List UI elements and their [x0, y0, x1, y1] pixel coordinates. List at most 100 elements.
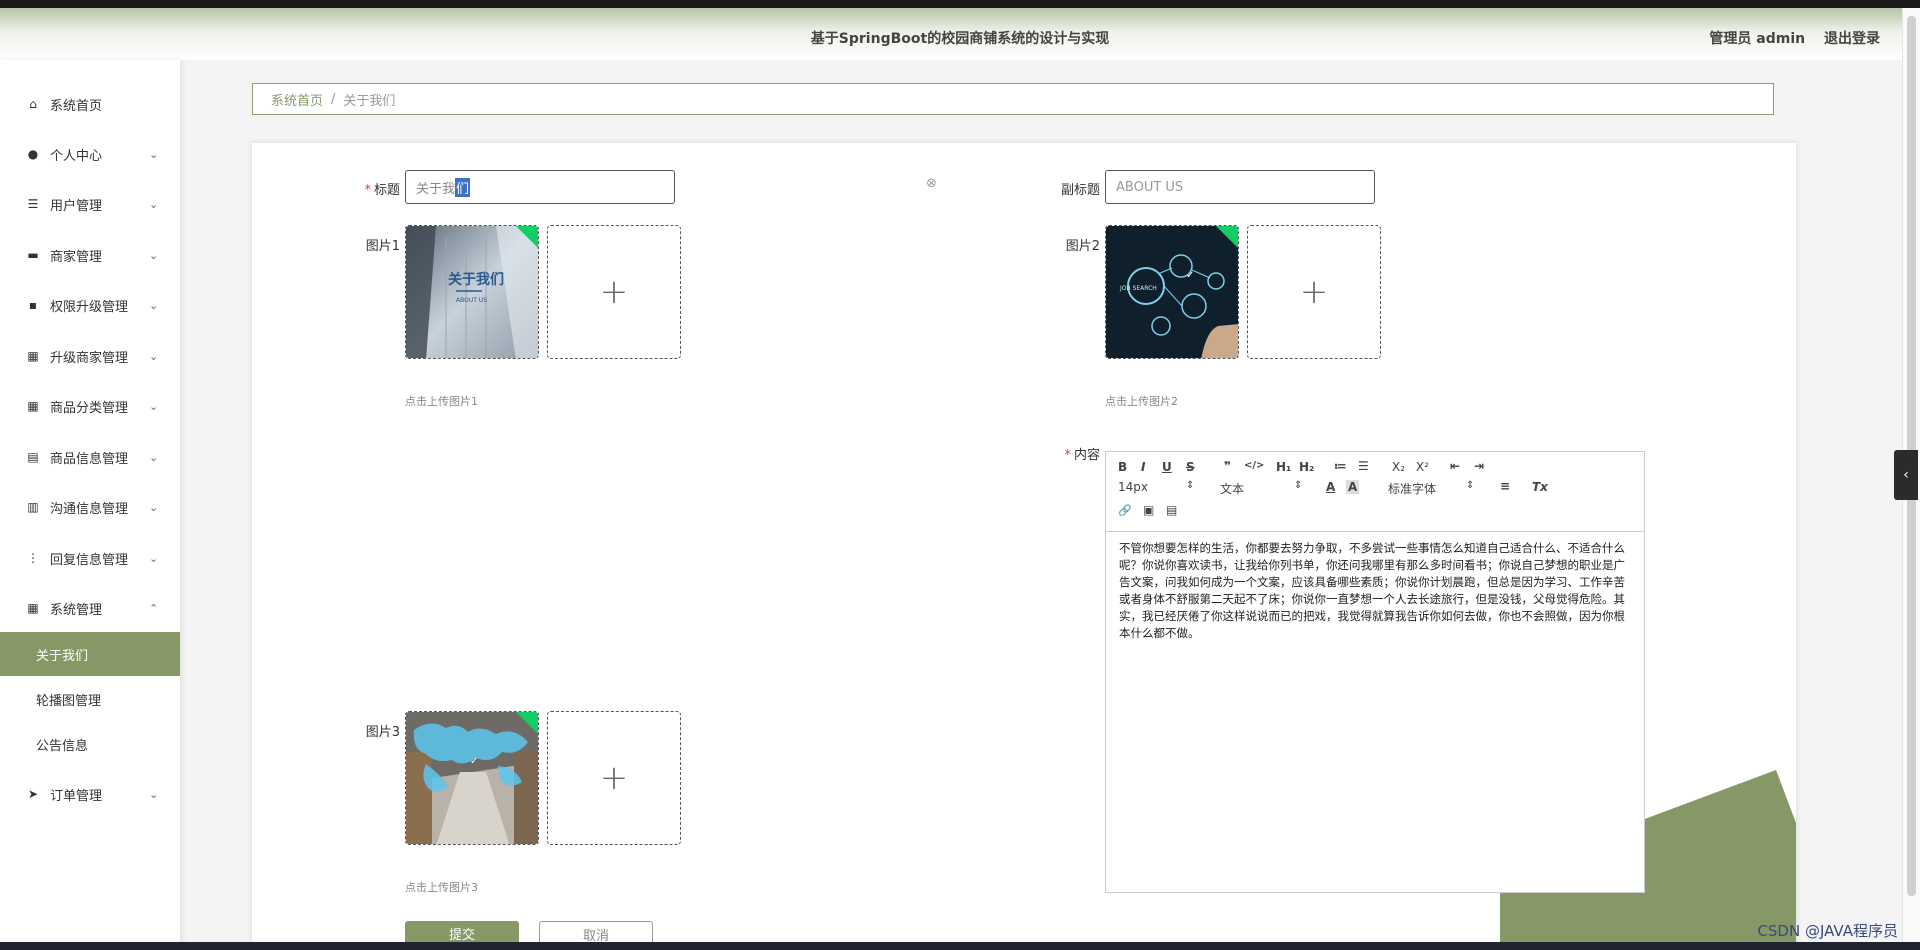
sidebar-item-label: 个人中心	[50, 148, 103, 164]
admin-user-label: 管理员 admin	[1709, 31, 1806, 47]
required-mark: *	[1064, 448, 1071, 463]
paragraph-select[interactable]: 文本	[1220, 480, 1244, 497]
picture2-thumbnail[interactable]: JOB SEARCH ✓	[1105, 225, 1239, 359]
underline-button[interactable]: U	[1162, 460, 1172, 474]
dots-grid-icon: ⋮	[27, 551, 39, 565]
title-input-selection: 们	[455, 177, 471, 197]
title-input-text: 关于我	[416, 181, 456, 197]
chart-icon: ▥	[27, 500, 39, 514]
picture1-hint: 点击上传图片1	[405, 395, 478, 408]
sidebar-item-label: 系统首页	[50, 98, 103, 114]
font-size-select[interactable]: 14px	[1118, 480, 1148, 494]
h1-button[interactable]: H₁	[1276, 460, 1291, 474]
sidebar-subitem-announcement[interactable]: 公告信息	[0, 722, 180, 766]
select-arrow-icon: ⇕	[1466, 480, 1475, 491]
sidebar-item-label: 升级商家管理	[50, 350, 129, 366]
picture1-label: 图片1	[365, 239, 400, 254]
sidebar-item-reply[interactable]: ⋮ 回复信息管理 ⌄	[0, 536, 180, 580]
picture1-thumbnail[interactable]: 关于我们 ABOUT US	[405, 225, 539, 359]
image-icon[interactable]: ▣	[1143, 503, 1154, 517]
sidebar-item-label: 沟通信息管理	[50, 501, 129, 517]
sidebar-item-upgrade-merchant[interactable]: ▦ 升级商家管理 ⌄	[0, 334, 180, 378]
top-header: 基于SpringBoot的校园商铺系统的设计与实现 管理员 admin 退出登录	[0, 0, 1920, 60]
sidebar-item-order-management[interactable]: ➤ 订单管理 ⌄	[0, 772, 180, 816]
sidebar-item-permission-upgrade[interactable]: ▪ 权限升级管理 ⌄	[0, 283, 180, 327]
chevron-down-icon: ⌄	[149, 450, 159, 464]
sidebar-item-category-management[interactable]: ▦ 商品分类管理 ⌄	[0, 384, 180, 428]
breadcrumb: 系统首页 / 关于我们	[252, 83, 1774, 115]
sidebar-item-label: 商品信息管理	[50, 451, 129, 467]
sidebar-item-label: 用户管理	[50, 198, 103, 214]
sidebar-subitem-about-us[interactable]: 关于我们	[0, 632, 180, 676]
grid-icon: ▦	[27, 399, 39, 413]
outdent-button[interactable]: ⇤	[1450, 459, 1460, 473]
chevron-down-icon: ⌄	[149, 349, 159, 363]
sidebar-item-communication[interactable]: ▥ 沟通信息管理 ⌄	[0, 485, 180, 529]
upload-success-badge	[516, 226, 538, 248]
superscript-button[interactable]: X²	[1416, 460, 1429, 474]
sidebar-item-label: 商品分类管理	[50, 400, 129, 416]
indent-button[interactable]: ⇥	[1474, 459, 1484, 473]
upload-success-badge	[516, 712, 538, 734]
chevron-down-icon: ⌄	[149, 197, 159, 211]
title-label: * 标题	[332, 179, 400, 198]
content-rich-text-editor[interactable]: B I U S ❞ </> H₁ H₂ ≔ ☰ X₂ X² ⇤ ⇥ 14px ⇕…	[1105, 451, 1645, 893]
video-icon[interactable]: ▤	[1166, 503, 1177, 517]
sidebar-item-product-management[interactable]: ▤ 商品信息管理 ⌄	[0, 435, 180, 479]
chevron-down-icon: ⌄	[149, 248, 159, 262]
italic-button[interactable]: I	[1141, 460, 1145, 474]
picture2-hint: 点击上传图片2	[1105, 395, 1178, 408]
picture3-upload-button[interactable]: +	[547, 711, 681, 845]
ordered-list-button[interactable]: ≔	[1334, 459, 1347, 473]
breadcrumb-separator: /	[331, 91, 336, 107]
chevron-down-icon: ⌄	[149, 500, 159, 514]
sidebar-item-personal-center[interactable]: ● 个人中心 ⌄	[0, 132, 180, 176]
sidebar-subitem-carousel[interactable]: 轮播图管理	[0, 677, 180, 721]
chevron-left-icon[interactable]: ‹	[1894, 450, 1918, 500]
watermark-text: CSDN @JAVA程序员	[1757, 922, 1898, 940]
strike-button[interactable]: S	[1186, 460, 1195, 474]
picture2-upload-button[interactable]: +	[1247, 225, 1381, 359]
subtitle-input-text: ABOUT US	[1116, 179, 1184, 195]
sidebar-item-user-management[interactable]: ☰ 用户管理 ⌄	[0, 182, 180, 226]
align-button[interactable]: ≡	[1500, 479, 1510, 493]
chevron-down-icon: ⌄	[149, 787, 159, 801]
breadcrumb-home-link[interactable]: 系统首页	[271, 90, 323, 109]
svg-text:✓: ✓	[1186, 270, 1194, 281]
logout-link[interactable]: 退出登录	[1824, 31, 1880, 47]
code-button[interactable]: </>	[1244, 460, 1264, 471]
chat-icon: ▪	[28, 298, 38, 312]
editor-content[interactable]: 不管你想要怎样的生活，你都要去努力争取，不多尝试一些事情怎么知道自己适合什么、不…	[1119, 540, 1634, 642]
bullet-list-button[interactable]: ☰	[1358, 459, 1369, 473]
font-family-select[interactable]: 标准字体	[1388, 480, 1436, 497]
user-icon: ●	[27, 147, 39, 161]
select-arrow-icon: ⇕	[1294, 480, 1303, 491]
sidebar-item-merchant-management[interactable]: ▬ 商家管理 ⌄	[0, 233, 180, 277]
h2-button[interactable]: H₂	[1299, 460, 1314, 474]
content-label-text: 内容	[1073, 448, 1100, 463]
sidebar: ⌂ 系统首页 ● 个人中心 ⌄ ☰ 用户管理 ⌄ ▬ 商家管理 ⌄ ▪ 权限升级…	[0, 60, 180, 950]
background-color-button[interactable]: A	[1346, 480, 1360, 494]
quote-button[interactable]: ❞	[1224, 459, 1231, 473]
grid-icon: ▦	[27, 601, 39, 615]
link-icon[interactable]: 🔗	[1118, 504, 1132, 517]
drive-icon: ▬	[27, 248, 39, 262]
clear-icon[interactable]: ⊗	[926, 176, 937, 191]
subtitle-input[interactable]: ABOUT US	[1105, 170, 1375, 204]
sidebar-item-home[interactable]: ⌂ 系统首页	[0, 82, 180, 126]
picture3-label: 图片3	[365, 725, 400, 740]
sidebar-item-label: 权限升级管理	[50, 299, 129, 315]
picture3-thumbnail[interactable]: ✓	[405, 711, 539, 845]
picture1-upload-button[interactable]: +	[547, 225, 681, 359]
subscript-button[interactable]: X₂	[1392, 460, 1405, 474]
chevron-down-icon: ⌄	[149, 399, 159, 413]
sidebar-item-label: 系统管理	[50, 602, 103, 618]
sidebar-item-system-management[interactable]: ▦ 系统管理 ⌃	[0, 586, 180, 630]
bold-button[interactable]: B	[1118, 460, 1127, 474]
clear-format-button[interactable]: Tx	[1532, 480, 1548, 494]
title-input[interactable]: 关于我们	[405, 170, 675, 204]
picture3-hint: 点击上传图片3	[405, 881, 478, 894]
breadcrumb-current: 关于我们	[343, 93, 396, 109]
font-color-button[interactable]: A	[1326, 480, 1335, 494]
editor-toolbar: B I U S ❞ </> H₁ H₂ ≔ ☰ X₂ X² ⇤ ⇥ 14px ⇕…	[1106, 452, 1644, 532]
